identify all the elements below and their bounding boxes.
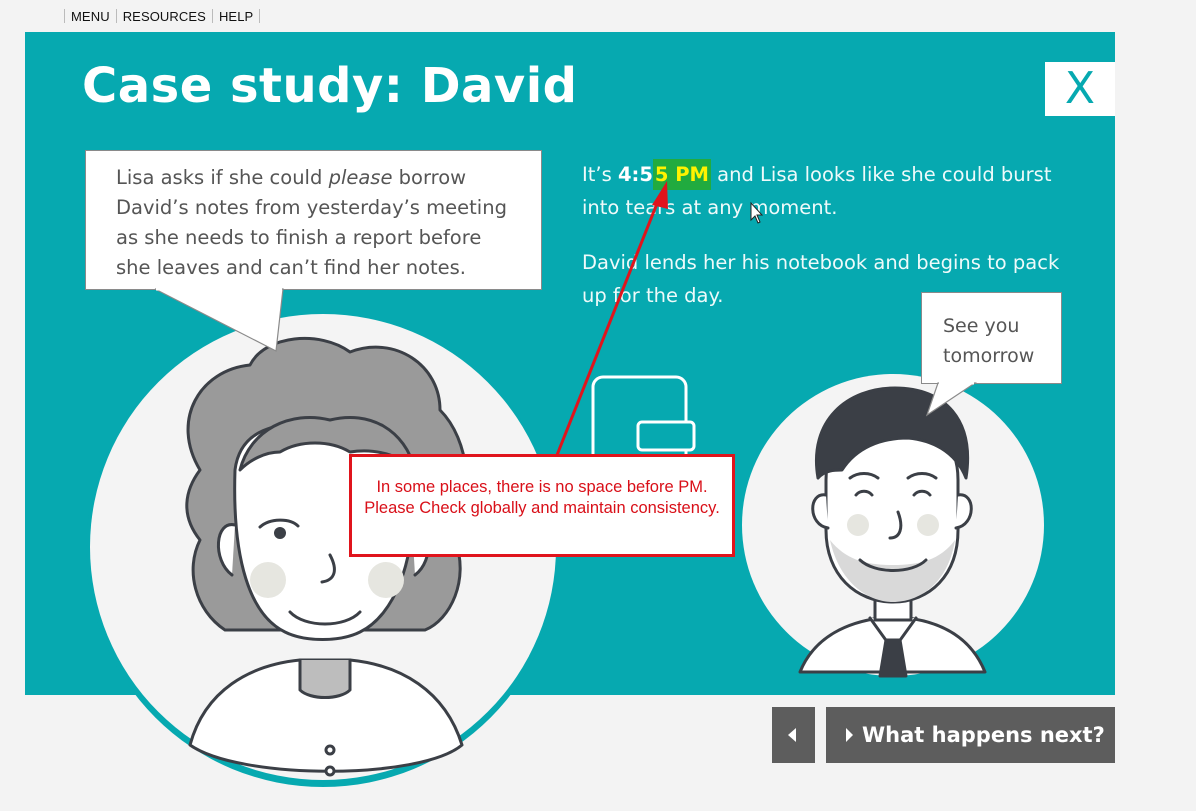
top-nav: MENU RESOURCES HELP — [64, 7, 261, 25]
lisa-speech-emphasis: please — [328, 166, 393, 189]
narration-time-highlight: 5 PM — [652, 159, 711, 190]
chevron-left-icon — [788, 728, 796, 742]
chevron-right-icon — [846, 728, 853, 742]
david-speech-bubble: See you tomorrow — [921, 292, 1062, 384]
close-button[interactable]: X — [1045, 62, 1115, 116]
narration-p1-start: It’s — [582, 163, 618, 186]
lisa-speech-bubble: Lisa asks if she could please borrow Dav… — [85, 150, 542, 290]
narration-time-prefix: 4:5 — [617, 163, 653, 186]
previous-button[interactable] — [772, 707, 815, 763]
help-link[interactable]: HELP — [213, 9, 259, 24]
nav-divider — [259, 9, 261, 23]
page-title: Case study: David — [82, 58, 578, 114]
lisa-speech-text-start: Lisa asks if she could — [116, 166, 329, 189]
next-button[interactable]: What happens next? — [826, 707, 1115, 763]
next-button-label: What happens next? — [862, 723, 1105, 747]
review-annotation-box: In some places, there is no space before… — [349, 454, 735, 557]
resources-link[interactable]: RESOURCES — [117, 9, 212, 24]
narration-paragraph-1: It’s 4:5 5 PM and Lisa looks like she cou… — [582, 158, 1062, 224]
menu-link[interactable]: MENU — [65, 9, 116, 24]
